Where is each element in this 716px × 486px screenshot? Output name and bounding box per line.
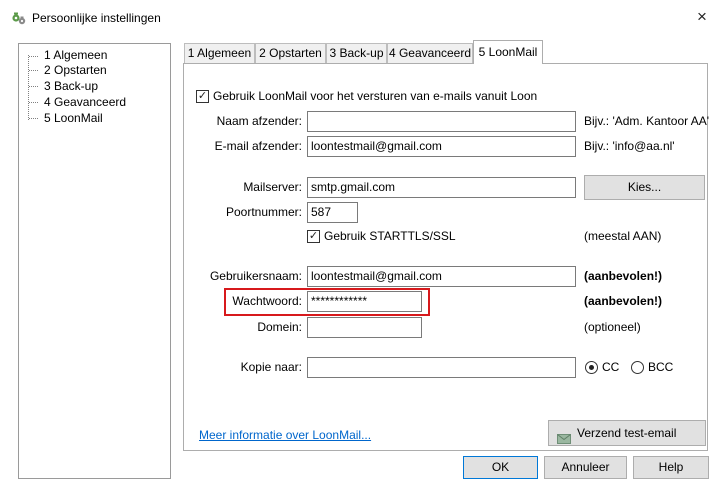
- cc-radio[interactable]: [585, 361, 598, 374]
- send-test-email-label: Verzend test-email: [577, 426, 677, 440]
- more-info-link[interactable]: Meer informatie over LoonMail...: [199, 428, 371, 442]
- ok-button[interactable]: OK: [463, 456, 538, 479]
- tab-geavanceerd[interactable]: 4 Geavanceerd: [387, 43, 473, 63]
- tree-connector: [29, 118, 38, 119]
- sender-email-field[interactable]: loontestmail@gmail.com: [307, 136, 576, 157]
- bcc-radio-label: BCC: [648, 360, 674, 374]
- cc-radio-label: CC: [602, 360, 620, 374]
- username-label: Gebruikersnaam:: [209, 269, 302, 283]
- settings-gears-icon: [11, 11, 27, 27]
- tree-connector: [28, 55, 29, 120]
- password-field[interactable]: ************: [307, 291, 422, 312]
- tree-item-loonmail[interactable]: 5 LoonMail: [44, 111, 103, 125]
- sender-name-field[interactable]: [307, 111, 576, 132]
- tree-item-backup[interactable]: 3 Back-up: [44, 79, 98, 93]
- domain-label: Domein:: [257, 320, 302, 334]
- copy-to-label: Kopie naar:: [240, 360, 302, 374]
- username-hint: (aanbevolen!): [584, 269, 663, 283]
- use-loonmail-label: Gebruik LoonMail voor het versturen van …: [213, 89, 538, 103]
- copy-to-field[interactable]: [307, 357, 576, 378]
- password-label: Wachtwoord:: [232, 294, 302, 308]
- tab-backup[interactable]: 3 Back-up: [326, 43, 387, 63]
- starttls-hint: (meestal AAN): [584, 229, 662, 243]
- tree-connector: [29, 70, 38, 71]
- tree-item-geavanceerd[interactable]: 4 Geavanceerd: [44, 95, 126, 109]
- starttls-label: Gebruik STARTTLS/SSL: [324, 229, 456, 243]
- choose-server-button[interactable]: Kies...: [584, 175, 705, 200]
- username-field[interactable]: loontestmail@gmail.com: [307, 266, 576, 287]
- mailserver-label: Mailserver:: [243, 180, 302, 194]
- tab-opstarten[interactable]: 2 Opstarten: [255, 43, 326, 63]
- bcc-radio[interactable]: [631, 361, 644, 374]
- use-loonmail-checkbox[interactable]: ✓: [196, 90, 209, 103]
- tree-item-opstarten[interactable]: 2 Opstarten: [44, 63, 107, 77]
- envelope-icon: [557, 428, 571, 444]
- window-title: Persoonlijke instellingen: [32, 11, 161, 25]
- sender-email-label: E-mail afzender:: [214, 139, 302, 153]
- password-hint: (aanbevolen!): [584, 294, 663, 308]
- sender-email-hint: Bijv.: 'info@aa.nl': [584, 139, 675, 153]
- port-label: Poortnummer:: [225, 205, 302, 219]
- tree-connector: [29, 56, 38, 57]
- tab-algemeen[interactable]: 1 Algemeen: [184, 43, 255, 63]
- send-test-email-button[interactable]: Verzend test-email: [548, 420, 706, 446]
- help-button[interactable]: Help: [633, 456, 709, 479]
- mailserver-field[interactable]: smtp.gmail.com: [307, 177, 576, 198]
- sender-name-label: Naam afzender:: [216, 114, 302, 128]
- cancel-button[interactable]: Annuleer: [544, 456, 627, 479]
- tree-connector: [29, 86, 38, 87]
- starttls-checkbox[interactable]: ✓: [307, 230, 320, 243]
- tree-item-algemeen[interactable]: 1 Algemeen: [44, 48, 107, 62]
- close-icon[interactable]: ×: [694, 8, 710, 26]
- tree-connector: [29, 102, 38, 103]
- domain-field[interactable]: [307, 317, 422, 338]
- port-field[interactable]: 587: [307, 202, 358, 223]
- domain-hint: (optioneel): [584, 320, 641, 334]
- sender-name-hint: Bijv.: 'Adm. Kantoor AA': [584, 114, 710, 128]
- tab-loonmail[interactable]: 5 LoonMail: [473, 40, 543, 64]
